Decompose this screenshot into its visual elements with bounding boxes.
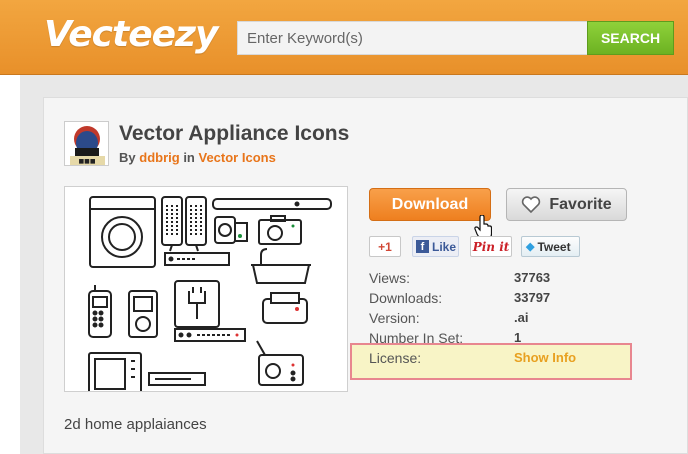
receiver-icon	[174, 328, 246, 342]
cordless-phone-icon	[88, 285, 112, 338]
author-link[interactable]: ddbrig	[139, 150, 179, 165]
soundbar-icon	[212, 198, 332, 210]
tweet-button[interactable]: ◆ Tweet	[521, 236, 580, 257]
left-strip	[0, 75, 20, 454]
mp3-player-icon	[128, 290, 158, 338]
downloads-value: 33797	[514, 290, 551, 305]
category-link[interactable]: Vector Icons	[199, 150, 276, 165]
heart-icon	[522, 195, 541, 213]
favorite-label: Favorite	[549, 195, 612, 213]
video-player-icon	[148, 372, 206, 386]
views-label: Views:	[369, 270, 410, 286]
facebook-icon: f	[416, 240, 429, 253]
favorite-button[interactable]: Favorite	[506, 188, 627, 221]
version-value: .ai	[514, 310, 529, 325]
views-value: 37763	[514, 270, 551, 285]
page-title: Vector Appliance Icons	[119, 122, 350, 145]
printer-icon	[262, 292, 308, 324]
search-button[interactable]: SEARCH	[587, 21, 674, 55]
gplus-button[interactable]: +1	[369, 236, 401, 257]
by-label: By	[119, 150, 136, 165]
camera-icon	[258, 215, 302, 245]
downloads-label: Downloads:	[369, 290, 443, 306]
dvd-player-icon	[164, 252, 230, 266]
gplus-label: +1	[378, 239, 392, 254]
in-label: in	[183, 150, 195, 165]
washing-machine-icon	[89, 196, 156, 268]
item-description: 2d home applaiances	[64, 416, 207, 433]
license-label: License:	[369, 350, 422, 366]
svg-text:■■■: ■■■	[78, 158, 95, 165]
twitter-bird-icon: ◆	[526, 241, 535, 253]
number-in-set-label: Number In Set:	[369, 330, 464, 346]
heater-icon	[214, 216, 248, 244]
download-button[interactable]: Download	[369, 188, 491, 221]
microwave-icon	[88, 352, 142, 391]
pinterest-button[interactable]: Pin it	[470, 236, 512, 257]
preview-image[interactable]	[64, 186, 348, 392]
vecteezy-logo[interactable]: Vecteezy	[44, 14, 218, 55]
radio-icon	[256, 340, 304, 386]
facebook-like-button[interactable]: f Like	[412, 236, 459, 257]
author-avatar[interactable]: ■■■	[64, 121, 109, 166]
facebook-like-label: Like	[432, 239, 457, 254]
site-header: Vecteezy SEARCH	[0, 0, 688, 75]
sink-icon	[251, 248, 311, 284]
version-label: Version:	[369, 310, 420, 326]
plug-icon	[174, 280, 220, 328]
pinterest-label: Pin it	[472, 239, 510, 254]
byline: By ddbrig in Vector Icons	[119, 150, 276, 165]
show-info-link[interactable]: Show Info	[514, 350, 576, 365]
number-in-set-value: 1	[514, 330, 522, 345]
speakers-icon	[161, 196, 207, 252]
search-input[interactable]	[237, 21, 587, 55]
tweet-label: Tweet	[537, 239, 571, 254]
